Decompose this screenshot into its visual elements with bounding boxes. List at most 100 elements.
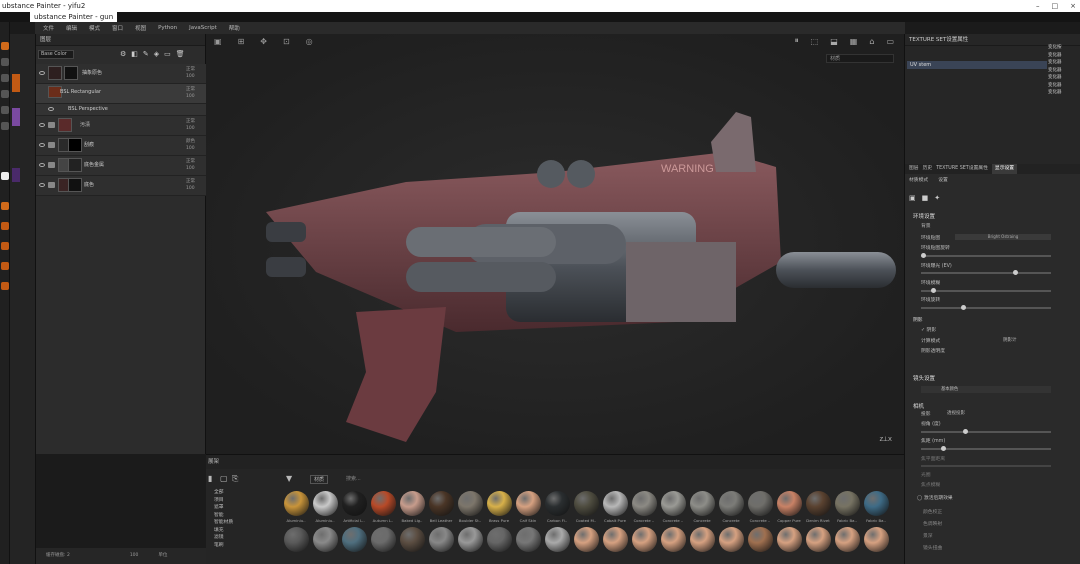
- layer-row[interactable]: 污渍 正常 100: [36, 116, 206, 136]
- menu-help[interactable]: 帮助: [229, 24, 240, 32]
- color-correction-item[interactable]: 颜色校正: [923, 508, 942, 515]
- slider-knob[interactable]: [961, 305, 966, 310]
- projection-select[interactable]: 透视投影: [947, 410, 965, 416]
- select-icon[interactable]: ▣: [214, 37, 222, 46]
- env-map-select[interactable]: Bright Ostraing: [955, 234, 1051, 240]
- shelf-search[interactable]: 搜索...: [346, 475, 361, 482]
- channel-select[interactable]: Base Color: [38, 50, 74, 59]
- material-thumbnail[interactable]: [545, 491, 570, 516]
- layer-row[interactable]: 底色金属 正常 100: [36, 156, 206, 176]
- camera-icon[interactable]: ■: [922, 194, 929, 202]
- add-effect-icon[interactable]: ⚙: [120, 50, 126, 58]
- category-item[interactable]: 填充: [214, 527, 274, 535]
- material-thumbnail[interactable]: [516, 527, 541, 552]
- list-item[interactable]: 变化器: [1048, 74, 1078, 82]
- list-item[interactable]: 变化器: [1048, 52, 1078, 60]
- layer-row[interactable]: 底色 正常 100: [36, 176, 206, 196]
- dock-swatch-purple[interactable]: [12, 108, 20, 126]
- eye-icon[interactable]: [39, 183, 45, 187]
- eraser-tool-icon[interactable]: [1, 58, 9, 66]
- material-thumbnail[interactable]: [748, 527, 773, 552]
- layer-row[interactable]: 抽象原色 正常 100: [36, 64, 206, 84]
- category-item[interactable]: 智能: [214, 512, 274, 520]
- texture-set-item[interactable]: UV stem: [907, 61, 1047, 69]
- material-thumbnail[interactable]: [603, 491, 628, 516]
- picker-tool-icon[interactable]: [1, 122, 9, 130]
- material-thumbnail[interactable]: [458, 491, 483, 516]
- material-thumbnail[interactable]: [342, 527, 367, 552]
- material-thumbnail[interactable]: [777, 527, 802, 552]
- slider-knob[interactable]: [963, 429, 968, 434]
- material-thumbnail[interactable]: [429, 527, 454, 552]
- menu-javascript[interactable]: JavaScript: [189, 25, 217, 31]
- slider-knob[interactable]: [931, 288, 936, 293]
- layer-row[interactable]: BSL Rectangular 正常 100: [36, 84, 206, 104]
- material-thumbnail[interactable]: [313, 527, 338, 552]
- material-thumbnail[interactable]: [690, 491, 715, 516]
- slider-knob[interactable]: [921, 253, 926, 258]
- material-thumbnail[interactable]: [487, 527, 512, 552]
- material-thumbnail[interactable]: [835, 491, 860, 516]
- square-icon[interactable]: ▢: [220, 474, 228, 483]
- material-thumbnail[interactable]: [603, 527, 628, 552]
- screenshot-icon[interactable]: ⬓: [830, 37, 838, 46]
- menu-file[interactable]: 文件: [43, 24, 54, 32]
- material-thumbnail[interactable]: [400, 491, 425, 516]
- material-thumbnail[interactable]: [371, 491, 396, 516]
- env-blur-slider[interactable]: [921, 288, 1051, 293]
- film-icon[interactable]: ▦: [850, 37, 858, 46]
- eye-icon[interactable]: [39, 143, 45, 147]
- polygon-fill-icon[interactable]: [1, 242, 9, 250]
- shadow-checkbox[interactable]: ✓ 阴影: [921, 326, 936, 333]
- grid-icon[interactable]: ✦: [934, 194, 940, 202]
- delete-icon[interactable]: 🗑: [176, 50, 185, 58]
- material-thumbnail[interactable]: [458, 527, 483, 552]
- brush-settings-icon[interactable]: [1, 202, 9, 210]
- layer-row[interactable]: BSL Perspective: [36, 104, 206, 116]
- eye-icon[interactable]: [39, 123, 45, 127]
- dock-swatch-violet[interactable]: [12, 168, 20, 182]
- transform-icon[interactable]: ✥: [260, 37, 267, 46]
- rect-icon[interactable]: ▭: [886, 37, 894, 46]
- focus-distance-slider[interactable]: [921, 465, 1051, 467]
- grid-icon[interactable]: ⊞: [238, 37, 245, 46]
- eye-icon[interactable]: [48, 107, 54, 111]
- 3d-viewport[interactable]: ▣ ⊞ ✥ ⊡ ◎ ⏸ ⬚ ⬓ ▦ ⌂ ▭ 材质 WARNING z⟂x: [206, 34, 904, 454]
- eye-icon[interactable]: [39, 163, 45, 167]
- material-thumbnail[interactable]: [313, 491, 338, 516]
- shelf-tab[interactable]: 材质: [310, 475, 329, 484]
- lens-distortion-item[interactable]: 镜头扭曲: [923, 544, 942, 551]
- crop-icon[interactable]: ⬚: [811, 37, 819, 46]
- focal-slider[interactable]: [921, 446, 1051, 451]
- fill-layer-icon[interactable]: ◈: [154, 50, 159, 58]
- env-rot-slider[interactable]: [921, 253, 1051, 258]
- menu-window[interactable]: 窗口: [112, 24, 123, 32]
- material-thumbnail[interactable]: [284, 491, 309, 516]
- list-item[interactable]: 变化器: [1048, 89, 1078, 97]
- material-thumbnail[interactable]: [806, 527, 831, 552]
- menu-view[interactable]: 视图: [135, 24, 146, 32]
- tag-icon[interactable]: ⌂: [869, 37, 874, 46]
- view-mode-select[interactable]: 材质: [826, 54, 894, 63]
- menu-mode[interactable]: 模式: [89, 24, 100, 32]
- fov-slider[interactable]: [921, 429, 1051, 434]
- add-mask-icon[interactable]: ◧: [131, 50, 138, 58]
- material-thumbnail[interactable]: [574, 527, 599, 552]
- list-item[interactable]: 变化按: [1048, 44, 1078, 52]
- post-effects-toggle[interactable]: ◯ 激活后期效果: [917, 494, 953, 501]
- tab-history[interactable]: 历史: [923, 164, 933, 174]
- slider-knob[interactable]: [1013, 270, 1018, 275]
- frame-icon[interactable]: ⊡: [283, 37, 290, 46]
- sub-tab[interactable]: 材质模式: [909, 176, 928, 183]
- env-exposure-slider[interactable]: [921, 270, 1051, 275]
- material-thumbnail[interactable]: [371, 527, 396, 552]
- slider-knob[interactable]: [941, 446, 946, 451]
- material-thumbnail[interactable]: [487, 491, 512, 516]
- list-item[interactable]: 变化器: [1048, 59, 1078, 67]
- filter-icon[interactable]: ▼: [286, 474, 292, 483]
- material-thumbnail[interactable]: [748, 491, 773, 516]
- env-rotation2-slider[interactable]: [921, 305, 1051, 310]
- paint-layer-icon[interactable]: ✎: [143, 50, 149, 58]
- material-thumbnail[interactable]: [574, 491, 599, 516]
- category-item[interactable]: 全部: [214, 489, 274, 497]
